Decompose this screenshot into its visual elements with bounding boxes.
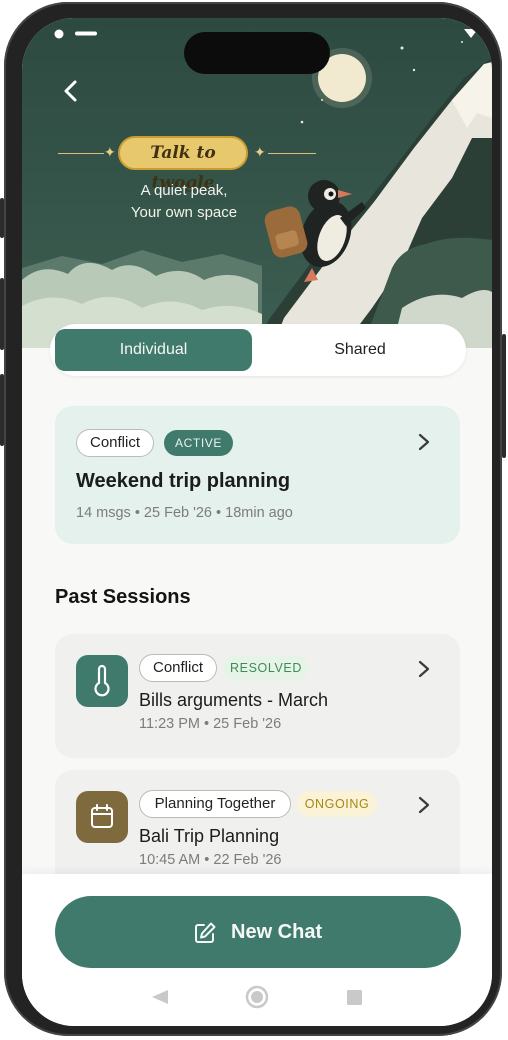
session-icon-tile (76, 655, 128, 707)
bottom-action-bar: New Chat (22, 874, 492, 1026)
session-tag: Conflict (139, 654, 217, 682)
session-tag: Planning Together (139, 790, 291, 818)
calendar-icon (91, 804, 113, 828)
session-title: Weekend trip planning (76, 470, 291, 492)
session-card[interactable]: Conflict RESOLVED Bills arguments - Marc… (55, 634, 460, 758)
tagline-line-2: Your own space (130, 204, 238, 221)
dynamic-island (184, 32, 330, 74)
tab-shared[interactable]: Shared (260, 329, 460, 371)
session-meta: 10:45 AM • 22 Feb '26 (139, 852, 282, 868)
tab-individual[interactable]: Individual (55, 329, 252, 371)
hero-tagline: A quiet peak, Your own space (100, 180, 268, 224)
session-title: Bali Trip Planning (139, 826, 280, 846)
power-button (502, 334, 506, 458)
volume-up-button (0, 278, 4, 350)
session-meta: 11:23 PM • 25 Feb '26 (139, 716, 282, 732)
session-icon-tile (76, 791, 128, 843)
past-sessions-heading: Past Sessions (55, 586, 191, 608)
tagline-line-1: A quiet peak, (140, 182, 228, 199)
status-badge: ONGOING (297, 791, 377, 817)
status-badge: RESOLVED (223, 655, 309, 681)
new-chat-button[interactable]: New Chat (55, 896, 461, 968)
phone-frame: ✦ Talk to twogle ✦ A quiet peak, Your ow… (0, 2, 506, 1036)
signal-icon (485, 28, 492, 40)
wifi-icon (464, 29, 478, 38)
back-button[interactable] (56, 76, 86, 106)
brand-logo: Talk to twogle (118, 136, 248, 193)
session-type-toggle: Individual Shared (50, 324, 466, 376)
chevron-right-icon (418, 433, 430, 451)
system-nav-bar (22, 982, 492, 1010)
new-chat-label: New Chat (231, 921, 323, 943)
divider (58, 153, 104, 154)
session-meta: 14 msgs • 25 Feb '26 • 18min ago (76, 505, 293, 521)
sparkle-icon: ✦ (104, 145, 116, 161)
mute-switch (0, 198, 4, 238)
divider (268, 153, 316, 154)
brand-banner: ✦ Talk to twogle ✦ (58, 136, 318, 193)
session-tag: Conflict (76, 429, 154, 457)
nav-recents-icon[interactable] (347, 990, 362, 1005)
chevron-right-icon (418, 796, 430, 814)
volume-down-button (0, 374, 4, 446)
status-badge: ACTIVE (164, 430, 233, 456)
session-title: Bills arguments - March (139, 690, 329, 710)
active-session-card[interactable]: Conflict ACTIVE Weekend trip planning 14… (55, 406, 460, 544)
nav-home-icon[interactable] (245, 985, 269, 1009)
screen: ✦ Talk to twogle ✦ A quiet peak, Your ow… (22, 18, 492, 1026)
nav-back-icon[interactable] (152, 990, 168, 1004)
hero-illustration: ✦ Talk to twogle ✦ A quiet peak, Your ow… (22, 18, 492, 348)
chevron-right-icon (418, 660, 430, 678)
thermometer-icon (94, 664, 110, 697)
sparkle-icon: ✦ (254, 145, 266, 161)
edit-icon (195, 922, 216, 943)
chevron-left-icon (64, 80, 77, 102)
